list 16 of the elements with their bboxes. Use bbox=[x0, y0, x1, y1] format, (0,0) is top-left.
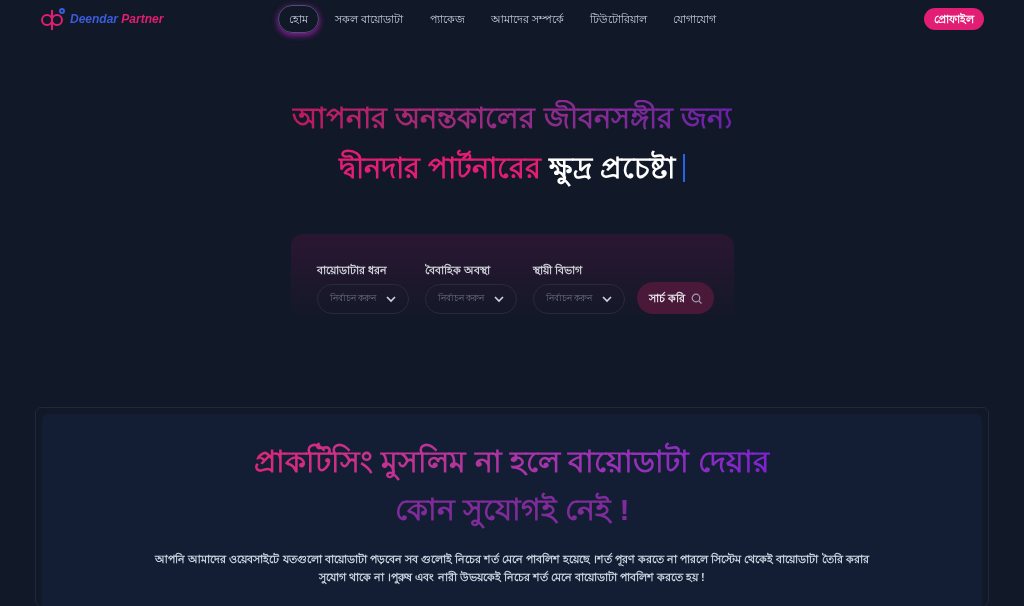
notice-heading: প্রাকটিসিং মুসলিম না হলে বায়োডাটা দেয়ার bbox=[254, 440, 770, 484]
nav-link[interactable]: প্যাকেজ bbox=[419, 5, 475, 33]
hero-heading: দ্বীনদার পার্টনারের bbox=[338, 150, 541, 186]
nav-link[interactable]: সকল বায়োডাটা bbox=[325, 5, 414, 33]
notice-heading: কোন সুযোগই নেই ! bbox=[394, 488, 630, 532]
notice-text: আপনি আমাদের ওয়েবসাইটে যতগুলো বায়োডাটা পড়বেন সব গুলোই নিচের শর্ত মেনে পাবলিশ হয়েছে ।শর্ত পূরণ করতে না পারলে সিস্টেম থেকেই বায়োডাটা তৈরি করার সুযোগ থাকে না ।পুরুষ এবং নারী উভয়কেই নিচের শর্ত মেনে বায়োডাটা পাবলিশ করতে হয় ! bbox=[153, 551, 871, 586]
filter-label: বৈবাহিক অবস্থা bbox=[424, 262, 492, 278]
nav-link[interactable]: আমাদের সম্পর্কে bbox=[480, 5, 574, 33]
profile-button[interactable]: প্রোফাইল bbox=[924, 8, 984, 30]
hero-heading: ক্ষুদ্র প্রচেষ্টা bbox=[549, 150, 676, 186]
nav-link[interactable]: টিউটোরিয়াল bbox=[579, 5, 657, 33]
filter-label: বায়োডাটার ধরন bbox=[316, 262, 388, 278]
nav-link[interactable]: যোগাযোগ bbox=[662, 5, 726, 33]
search-button[interactable]: সার্চ করি bbox=[636, 282, 714, 314]
logo-text[interactable]: Deendar Partner bbox=[70, 10, 164, 28]
filter-label: স্থায়ী বিভাগ bbox=[532, 262, 584, 278]
